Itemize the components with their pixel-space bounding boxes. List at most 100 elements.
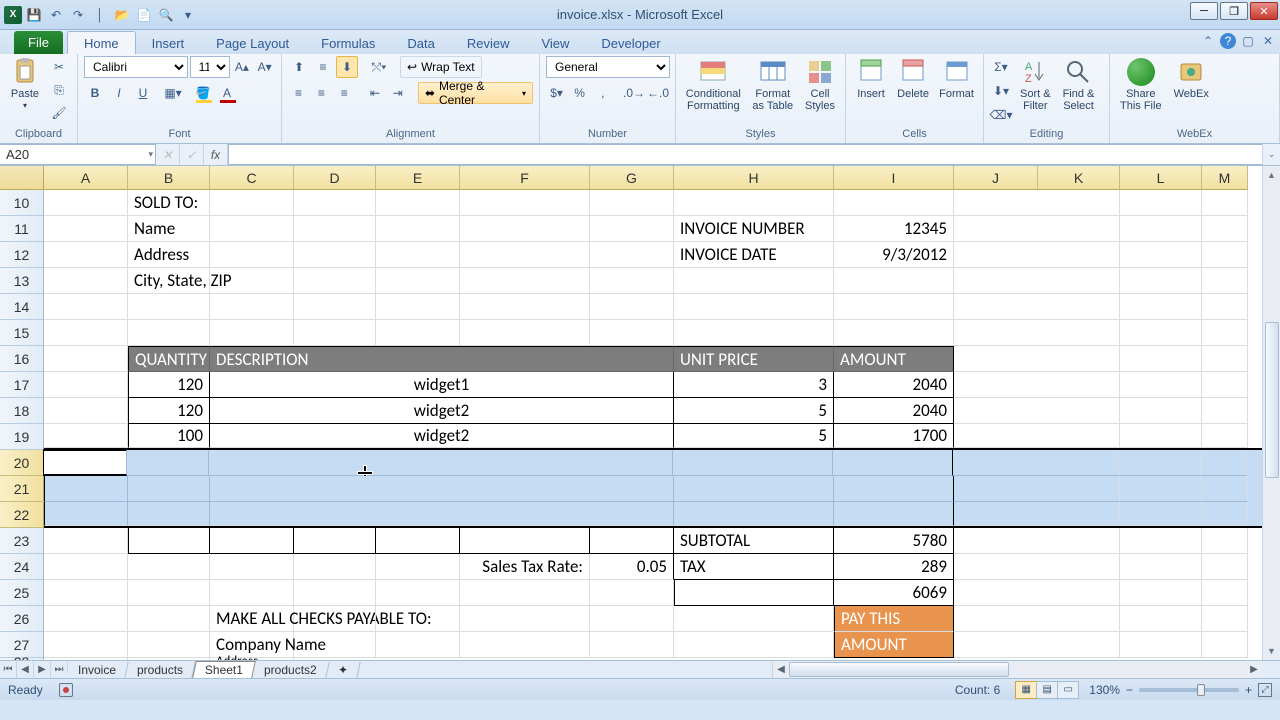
increase-decimal-icon[interactable]: .0→: [623, 82, 645, 104]
row-header-14[interactable]: 14: [0, 294, 44, 320]
row-header-15[interactable]: 15: [0, 320, 44, 346]
redo-icon[interactable]: ↷: [68, 5, 88, 25]
align-middle-icon[interactable]: ≡: [312, 56, 334, 78]
cell-checks-payable[interactable]: MAKE ALL CHECKS PAYABLE TO:: [210, 606, 294, 632]
merge-center-button[interactable]: ⬌Merge & Center▾: [418, 82, 533, 104]
row-header-10[interactable]: 10: [0, 190, 44, 216]
row-header-19[interactable]: 19: [0, 424, 44, 450]
macro-record-icon[interactable]: [59, 683, 73, 697]
column-header-B[interactable]: B: [128, 166, 210, 190]
cell-r2-qty[interactable]: 120: [128, 398, 210, 424]
column-header-F[interactable]: F: [460, 166, 590, 190]
cell-sold-to[interactable]: SOLD TO:: [128, 190, 210, 216]
cell-csz[interactable]: City, State, ZIP: [128, 268, 210, 294]
insert-cells-button[interactable]: Insert: [852, 56, 890, 102]
italic-button[interactable]: I: [108, 82, 130, 104]
sheet-tab-invoice[interactable]: Invoice: [66, 662, 128, 678]
scroll-left-icon[interactable]: ◀: [773, 661, 789, 678]
tab-data[interactable]: Data: [391, 32, 450, 54]
copy-icon[interactable]: ⎘: [48, 79, 70, 101]
autosum-icon[interactable]: Σ▾: [990, 56, 1012, 78]
window-restore-icon[interactable]: ▢: [1240, 33, 1256, 49]
new-icon[interactable]: 📄: [134, 5, 154, 25]
fill-icon[interactable]: ⬇▾: [990, 80, 1012, 102]
borders-icon[interactable]: ▦▾: [162, 82, 184, 104]
number-format-select[interactable]: General: [546, 56, 670, 78]
cell-invoice-date-label[interactable]: INVOICE DATE: [674, 242, 834, 268]
sheet-nav-next[interactable]: ▶: [34, 661, 51, 678]
webex-button[interactable]: WebEx: [1170, 56, 1213, 102]
format-cells-button[interactable]: Format: [936, 56, 977, 102]
column-header-I[interactable]: I: [834, 166, 954, 190]
font-name-select[interactable]: Calibri: [84, 56, 188, 78]
zoom-out-icon[interactable]: −: [1126, 683, 1133, 697]
sheet-tab-new[interactable]: ✦: [326, 662, 360, 678]
cell-pay-this[interactable]: PAY THIS: [834, 606, 954, 632]
undo-icon[interactable]: ↶: [46, 5, 66, 25]
bold-button[interactable]: B: [84, 82, 106, 104]
cell-r2-unit[interactable]: 5: [674, 398, 834, 424]
clear-icon[interactable]: ⌫▾: [990, 104, 1012, 126]
currency-icon[interactable]: $▾: [546, 82, 567, 104]
row-header-23[interactable]: 23: [0, 528, 44, 554]
row-header-22[interactable]: 22: [0, 502, 44, 528]
column-header-H[interactable]: H: [674, 166, 834, 190]
cell-invoice-number-label[interactable]: INVOICE NUMBER: [674, 216, 834, 242]
selected-row-21[interactable]: [44, 476, 1262, 502]
cell-header-amount[interactable]: AMOUNT: [834, 346, 954, 372]
scroll-right-icon[interactable]: ▶: [1246, 661, 1262, 678]
cancel-formula-icon[interactable]: ✕: [156, 144, 180, 165]
cell-r3-amt[interactable]: 1700: [834, 424, 954, 448]
column-header-D[interactable]: D: [294, 166, 376, 190]
cell-subtotal-label[interactable]: SUBTOTAL: [674, 528, 834, 554]
zoom-level[interactable]: 130%: [1089, 683, 1120, 697]
increase-indent-icon[interactable]: ⇥: [387, 82, 408, 104]
cell-tax-rate-label[interactable]: Sales Tax Rate:: [460, 554, 590, 580]
tab-page-layout[interactable]: Page Layout: [200, 32, 305, 54]
cell-r3-unit[interactable]: 5: [674, 424, 834, 448]
cell-tax-rate[interactable]: 0.05: [590, 554, 674, 580]
row-header-21[interactable]: 21: [0, 476, 44, 502]
paste-button[interactable]: Paste ▾: [6, 56, 44, 113]
cell-name[interactable]: Name: [128, 216, 210, 242]
cell-header-unit[interactable]: UNIT PRICE: [674, 346, 834, 372]
orientation-icon[interactable]: ⤲▾: [368, 56, 390, 78]
share-file-button[interactable]: Share This File: [1116, 56, 1166, 114]
decrease-font-icon[interactable]: A▾: [254, 56, 275, 78]
cell-r3-desc[interactable]: widget2: [210, 424, 674, 448]
column-header-A[interactable]: A: [44, 166, 128, 190]
selected-row-22[interactable]: [44, 502, 1262, 528]
cell-invoice-number[interactable]: 12345: [834, 216, 954, 242]
row-header-26[interactable]: 26: [0, 606, 44, 632]
row-header-18[interactable]: 18: [0, 398, 44, 424]
decrease-decimal-icon[interactable]: ←.0: [647, 82, 669, 104]
open-icon[interactable]: 📂: [112, 5, 132, 25]
tab-review[interactable]: Review: [451, 32, 526, 54]
cell-r1-qty[interactable]: 120: [128, 372, 210, 398]
align-right-icon[interactable]: ≡: [334, 82, 355, 104]
font-color-icon[interactable]: A: [216, 82, 238, 104]
ribbon-minimize-icon[interactable]: ⌃: [1200, 33, 1216, 49]
row-header-24[interactable]: 24: [0, 554, 44, 580]
align-top-icon[interactable]: ⬆: [288, 56, 310, 78]
tab-view[interactable]: View: [525, 32, 585, 54]
row-header-12[interactable]: 12: [0, 242, 44, 268]
name-box[interactable]: A20▾: [0, 144, 156, 165]
row-header-11[interactable]: 11: [0, 216, 44, 242]
minimize-button[interactable]: ─: [1190, 2, 1218, 20]
cell-tax-label[interactable]: TAX: [674, 554, 834, 580]
format-as-table-button[interactable]: Format as Table: [749, 56, 797, 114]
cell-pay-amount[interactable]: AMOUNT: [834, 632, 954, 658]
vertical-scrollbar[interactable]: ▲ ▼: [1262, 166, 1280, 660]
fx-icon[interactable]: fx: [204, 144, 228, 165]
cell-r3-qty[interactable]: 100: [128, 424, 210, 448]
maximize-button[interactable]: ❐: [1220, 2, 1248, 20]
view-page-break-icon[interactable]: ▭: [1057, 681, 1079, 699]
chevron-down-icon[interactable]: ▾: [148, 149, 153, 160]
fill-color-icon[interactable]: 🪣: [192, 82, 214, 104]
tab-insert[interactable]: Insert: [136, 32, 201, 54]
cell-r1-desc[interactable]: widget1: [210, 372, 674, 398]
row-header-17[interactable]: 17: [0, 372, 44, 398]
cell-r2-desc[interactable]: widget2: [210, 398, 674, 424]
wrap-text-button[interactable]: ↩Wrap Text: [400, 56, 482, 78]
